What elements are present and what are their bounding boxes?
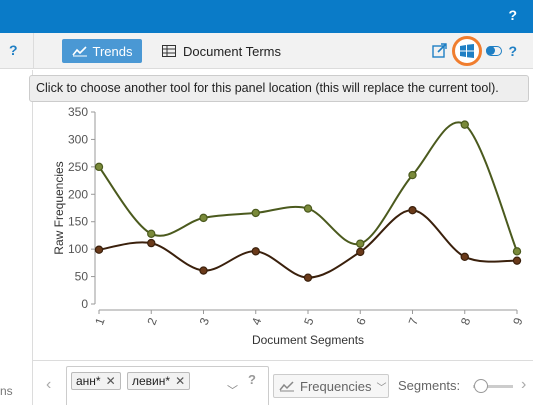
tab-trends[interactable]: Trends	[62, 39, 142, 63]
chevron-down-icon[interactable]: ﹀	[227, 382, 238, 398]
y-tick-label: 350	[68, 105, 88, 119]
tab-document-terms[interactable]: Document Terms	[162, 39, 281, 63]
data-point	[356, 247, 365, 257]
table-icon	[162, 45, 176, 57]
trends-chart: 0 50 100 150 200 250 300 350 1 2 3 4 5 6 7 8 9 Document S…	[52, 105, 526, 347]
series-line	[98, 121, 518, 252]
y-axis-label: Raw Frequencies	[52, 161, 66, 254]
data-point	[251, 208, 260, 218]
remove-term-icon[interactable]: ✕	[106, 374, 116, 388]
x-tick-label: 3	[197, 316, 213, 327]
x-tick-label: 6	[353, 316, 369, 327]
y-tick-label: 100	[68, 242, 88, 256]
data-point	[303, 273, 313, 282]
x-tick-label: 5	[301, 316, 317, 327]
frequencies-label: Frequencies	[300, 378, 372, 394]
data-point	[199, 266, 208, 275]
term-chip[interactable]: анн* ✕	[71, 372, 121, 390]
x-tick-label: 2	[144, 316, 160, 327]
term-selector[interactable]: анн* ✕ левин* ✕ ﹀	[66, 366, 269, 405]
chevron-down-icon: ﹀	[376, 382, 387, 394]
data-point	[147, 229, 156, 238]
data-point	[147, 238, 156, 248]
data-point	[94, 245, 104, 254]
data-point	[460, 120, 469, 129]
data-point	[356, 239, 365, 248]
remove-term-icon[interactable]: ✕	[175, 374, 185, 388]
bottom-toolbar: ‹ анн* ✕ левин* ✕ ﹀ ? Frequencies ﹀ Segm…	[33, 360, 533, 405]
scroll-left-icon[interactable]: ‹	[46, 376, 51, 394]
options-toggle[interactable]	[486, 46, 503, 56]
export-icon[interactable]	[432, 43, 448, 59]
data-point	[408, 170, 417, 180]
segments-slider-handle[interactable]	[474, 379, 488, 393]
left-panel-text: ns	[0, 384, 13, 398]
x-tick-label: 1	[92, 316, 108, 327]
left-panel-help-button[interactable]: ?	[9, 42, 18, 58]
data-point	[408, 205, 417, 215]
data-point	[303, 204, 313, 213]
divider	[33, 33, 34, 69]
term-label: левин*	[132, 374, 171, 388]
y-tick-label: 0	[81, 297, 88, 311]
panel-toolbar: ? Trends Document Terms ?	[0, 33, 533, 69]
data-point	[94, 162, 104, 172]
windows-icon	[460, 44, 475, 58]
line-chart-icon	[71, 46, 87, 57]
x-tick-label: 9	[510, 316, 526, 327]
choose-tool-button[interactable]	[452, 36, 483, 66]
line-chart-icon	[279, 381, 294, 392]
x-axis-label: Document Segments	[252, 333, 364, 347]
tab-label: Document Terms	[183, 43, 282, 59]
help-button[interactable]: ?	[508, 7, 517, 23]
term-chip[interactable]: левин* ✕	[127, 372, 191, 390]
y-tick-label: 200	[68, 187, 88, 201]
y-tick-label: 50	[75, 270, 89, 284]
left-panel: ns	[0, 70, 33, 405]
x-tick-label: 7	[406, 316, 422, 327]
panel-tools: ?	[432, 36, 517, 66]
term-label: анн*	[76, 374, 101, 388]
scroll-right-icon[interactable]: ›	[521, 376, 526, 394]
y-tick-label: 300	[68, 132, 88, 146]
data-point	[199, 213, 208, 223]
app-header: ?	[0, 0, 533, 33]
x-tick-label: 8	[458, 316, 474, 327]
y-tick-label: 150	[68, 215, 88, 229]
x-tick-label: 4	[249, 316, 265, 327]
frequencies-dropdown[interactable]: Frequencies ﹀	[273, 374, 389, 398]
series-line	[98, 209, 518, 279]
tooltip: Click to choose another tool for this pa…	[29, 75, 529, 102]
data-point	[460, 252, 469, 262]
tab-label: Trends	[92, 43, 133, 59]
panel-help-button[interactable]: ?	[508, 43, 517, 59]
y-tick-label: 250	[68, 160, 88, 174]
segments-label: Segments:	[398, 378, 461, 393]
terms-help-button[interactable]: ?	[248, 372, 256, 387]
data-point	[512, 247, 522, 256]
data-point	[512, 256, 522, 265]
data-point	[251, 247, 260, 256]
